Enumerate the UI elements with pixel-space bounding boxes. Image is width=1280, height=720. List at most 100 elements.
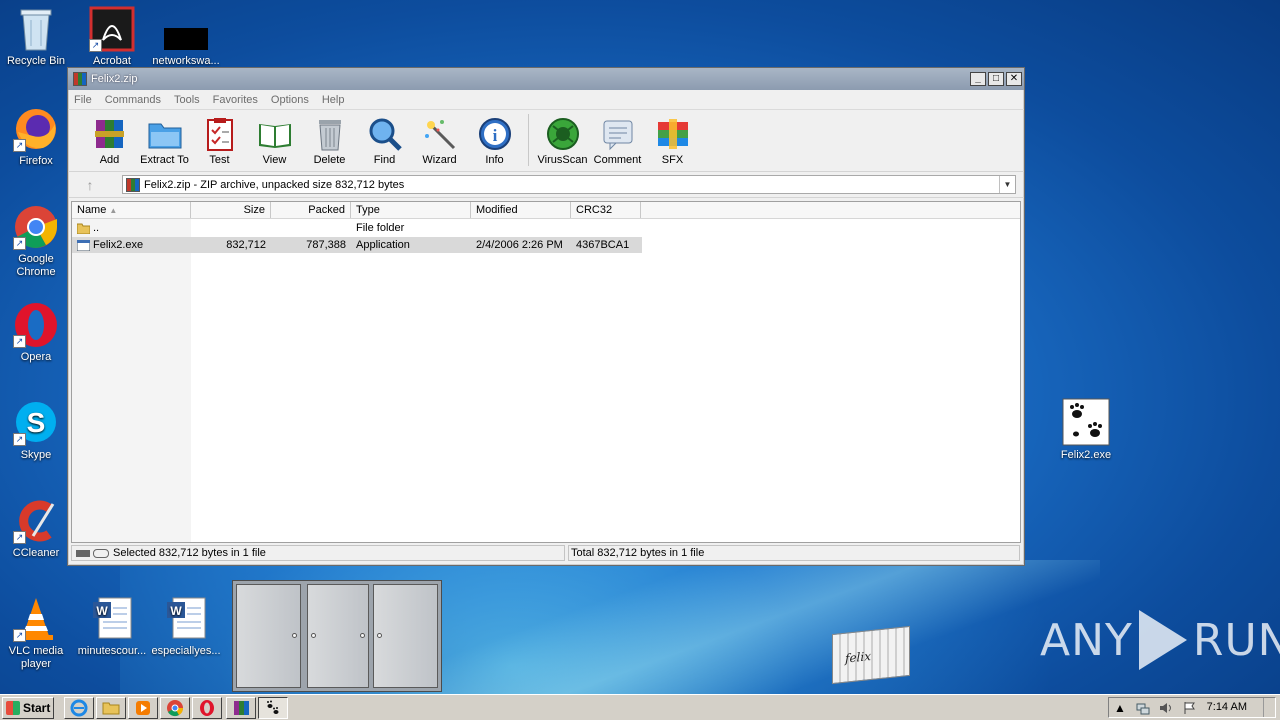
status-total: Total 832,712 bytes in 1 file bbox=[568, 545, 1020, 561]
network-icon[interactable] bbox=[1136, 701, 1150, 715]
action-center-flag-icon[interactable] bbox=[1182, 701, 1196, 715]
desktop-icon-felix2-exe[interactable]: Felix2.exe bbox=[1048, 398, 1124, 462]
row-name: .. bbox=[93, 222, 100, 234]
toolbar-label: Add bbox=[99, 154, 120, 166]
toolbar-info-button[interactable]: i Info bbox=[467, 114, 522, 166]
toolbar-comment-button[interactable]: Comment bbox=[590, 114, 645, 166]
menu-help[interactable]: Help bbox=[322, 94, 345, 106]
column-name[interactable]: Name ▲ bbox=[72, 202, 191, 218]
windows-logo-icon bbox=[6, 700, 20, 715]
ccleaner-icon: ↗ bbox=[13, 498, 59, 544]
desktop-icon-label: Firefox bbox=[19, 155, 53, 167]
start-button[interactable]: Start bbox=[2, 696, 54, 719]
menu-favorites[interactable]: Favorites bbox=[213, 94, 258, 106]
window-title: Felix2.zip bbox=[91, 73, 138, 85]
system-tray: ▲ 7:14 AM bbox=[1108, 697, 1276, 718]
tray-expand-icon[interactable]: ▲ bbox=[1113, 701, 1127, 715]
desktop-icon-skype[interactable]: S ↗ Skype bbox=[0, 400, 74, 462]
desktop-icon-vlc[interactable]: ↗ VLC media player bbox=[0, 596, 74, 671]
menu-commands[interactable]: Commands bbox=[105, 94, 161, 106]
show-desktop-button[interactable] bbox=[1263, 698, 1275, 717]
desktop-icon-recycle-bin[interactable]: Recycle Bin bbox=[0, 6, 74, 68]
shortcut-arrow-icon: ↗ bbox=[13, 139, 26, 152]
desktop-icon-firefox[interactable]: ↗ Firefox bbox=[0, 106, 74, 168]
key-icon bbox=[93, 548, 109, 558]
toolbar-view-button[interactable]: View bbox=[247, 114, 302, 166]
desktop-icon-label: especiallyes... bbox=[151, 645, 221, 657]
taskbar-media-player-button[interactable] bbox=[128, 696, 158, 719]
column-type[interactable]: Type bbox=[351, 202, 471, 218]
desktop-icon-chrome[interactable]: ↗ Google Chrome bbox=[0, 204, 74, 279]
column-modified[interactable]: Modified bbox=[471, 202, 571, 218]
desktop-icon-minutescour[interactable]: W minutescour... bbox=[74, 596, 150, 658]
toolbar-test-button[interactable]: Test bbox=[192, 114, 247, 166]
volume-icon[interactable] bbox=[1159, 701, 1173, 715]
taskbar-explorer-button[interactable] bbox=[96, 696, 126, 719]
column-packed[interactable]: Packed bbox=[271, 202, 351, 218]
menu-options[interactable]: Options bbox=[271, 94, 309, 106]
chevron-down-icon[interactable]: ▼ bbox=[999, 176, 1015, 193]
acrobat-icon: ↗ bbox=[89, 6, 135, 52]
taskbar-winrar-button[interactable] bbox=[226, 696, 256, 719]
close-button[interactable]: ✕ bbox=[1006, 72, 1022, 86]
info-icon: i bbox=[477, 116, 513, 152]
row-packed: 787,388 bbox=[306, 239, 346, 251]
status-right-text: Total 832,712 bytes in 1 file bbox=[571, 547, 705, 559]
toolbar-extract-to-button[interactable]: Extract To bbox=[137, 114, 192, 166]
taskbar-ie-button[interactable] bbox=[64, 696, 94, 719]
file-list: Name ▲ Size Packed Type Modified CRC32 .… bbox=[71, 201, 1021, 543]
taskbar-chrome-button[interactable] bbox=[160, 696, 190, 719]
desktop-icon-opera[interactable]: ↗ Opera bbox=[0, 302, 74, 364]
row-size bbox=[191, 220, 271, 236]
desktop-icon-acrobat[interactable]: ↗ Acrobat bbox=[74, 6, 150, 68]
toolbar-label: View bbox=[262, 154, 287, 166]
desktop-icon-label: Recycle Bin bbox=[6, 55, 66, 67]
svg-text:S: S bbox=[27, 407, 46, 438]
address-field[interactable]: Felix2.zip - ZIP archive, unpacked size … bbox=[122, 175, 1016, 194]
table-row-selected[interactable]: Felix2.exe 832,712 787,388 Application 2… bbox=[72, 237, 642, 253]
comment-icon bbox=[600, 116, 636, 152]
zip-archive-icon bbox=[126, 177, 140, 192]
document-black-icon bbox=[163, 6, 209, 52]
taskbar-opera-button[interactable] bbox=[192, 696, 222, 719]
minimize-button[interactable]: _ bbox=[970, 72, 986, 86]
desktop-icon-especiallyes[interactable]: W especiallyes... bbox=[148, 596, 224, 658]
clock[interactable]: 7:14 AM bbox=[1207, 701, 1247, 713]
toolbar-add-button[interactable]: Add bbox=[82, 114, 137, 166]
sfx-books-icon bbox=[655, 116, 691, 152]
recycle-bin-icon bbox=[13, 6, 59, 52]
row-packed bbox=[271, 220, 351, 236]
maximize-button[interactable]: □ bbox=[988, 72, 1004, 86]
taskbar-felix-button[interactable] bbox=[258, 696, 288, 719]
toolbar-virusscan-button[interactable]: VirusScan bbox=[535, 114, 590, 166]
toolbar-sfx-button[interactable]: SFX bbox=[645, 114, 700, 166]
anyrun-watermark: ANY RUN bbox=[1040, 610, 1280, 670]
column-crc32[interactable]: CRC32 bbox=[571, 202, 641, 218]
column-header-row: Name ▲ Size Packed Type Modified CRC32 bbox=[72, 202, 1020, 219]
column-size[interactable]: Size bbox=[191, 202, 271, 218]
start-label: Start bbox=[23, 700, 51, 715]
toolbar-wizard-button[interactable]: Wizard bbox=[412, 114, 467, 166]
desktop-icon-label: Google Chrome bbox=[16, 253, 56, 278]
winrar-app-icon bbox=[73, 72, 87, 86]
toolbar-find-button[interactable]: Find bbox=[357, 114, 412, 166]
add-archive-icon bbox=[92, 116, 128, 152]
wooden-cabinet-graphic bbox=[232, 580, 442, 692]
opera-icon: ↗ bbox=[13, 302, 59, 348]
wallpaper-beam bbox=[380, 560, 1100, 700]
title-bar[interactable]: Felix2.zip _ □ ✕ bbox=[68, 68, 1024, 90]
desktop-icon-ccleaner[interactable]: ↗ CCleaner bbox=[0, 498, 74, 560]
table-row[interactable]: .. File folder bbox=[72, 220, 642, 236]
up-arrow-icon[interactable]: ↑ bbox=[76, 177, 104, 193]
trash-icon bbox=[312, 116, 348, 152]
toolbar-label: Find bbox=[373, 154, 396, 166]
word-document-icon: W bbox=[89, 596, 135, 642]
toolbar-label: Delete bbox=[313, 154, 346, 166]
menu-file[interactable]: File bbox=[74, 94, 92, 106]
menu-tools[interactable]: Tools bbox=[174, 94, 200, 106]
address-text: Felix2.zip - ZIP archive, unpacked size … bbox=[144, 178, 405, 191]
desktop-icon-networkswa[interactable]: networkswa... bbox=[148, 6, 224, 68]
toolbar-delete-button[interactable]: Delete bbox=[302, 114, 357, 166]
cabinet-door-open bbox=[307, 584, 369, 688]
chrome-icon: ↗ bbox=[13, 204, 59, 250]
